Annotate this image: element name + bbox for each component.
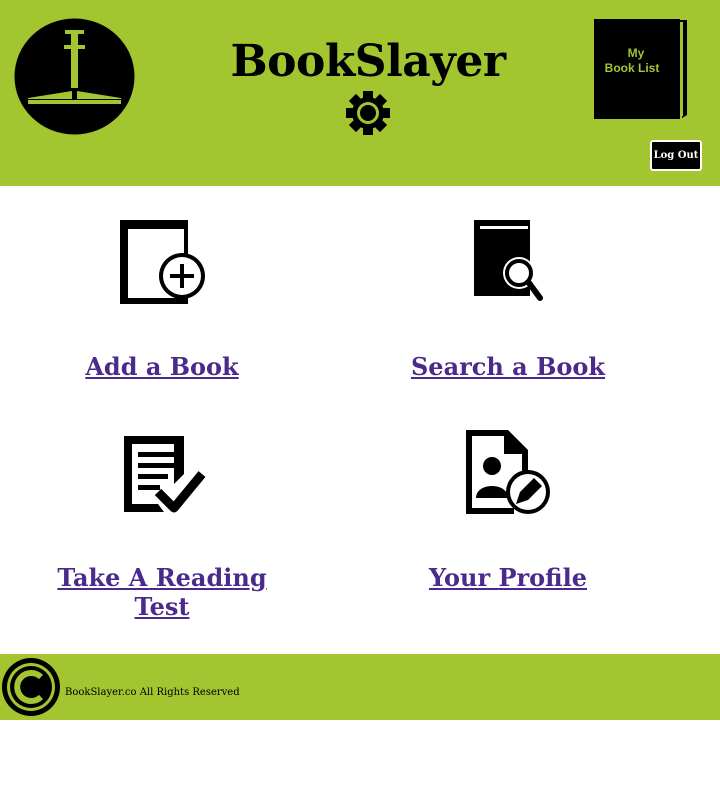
your-profile-link[interactable]: Your Profile: [408, 563, 608, 592]
settings-gear-icon[interactable]: [345, 90, 391, 136]
my-book-list-button[interactable]: My Book List: [594, 17, 692, 120]
reading-test-link[interactable]: Take A Reading Test: [32, 563, 292, 621]
add-book-link[interactable]: Add a Book: [62, 352, 262, 381]
logout-button[interactable]: Log Out: [650, 140, 702, 171]
copyright-icon: [2, 658, 60, 716]
search-book-link[interactable]: Search a Book: [392, 352, 624, 381]
my-book-list-line1: My: [628, 46, 645, 60]
search-book-icon[interactable]: [472, 218, 560, 306]
copyright-text: BookSlayer.co All Rights Reserved: [65, 687, 240, 698]
add-book-icon[interactable]: [118, 218, 206, 306]
my-book-list-line2: Book List: [605, 61, 660, 75]
profile-icon[interactable]: [464, 428, 552, 516]
reading-test-icon[interactable]: [118, 430, 206, 518]
